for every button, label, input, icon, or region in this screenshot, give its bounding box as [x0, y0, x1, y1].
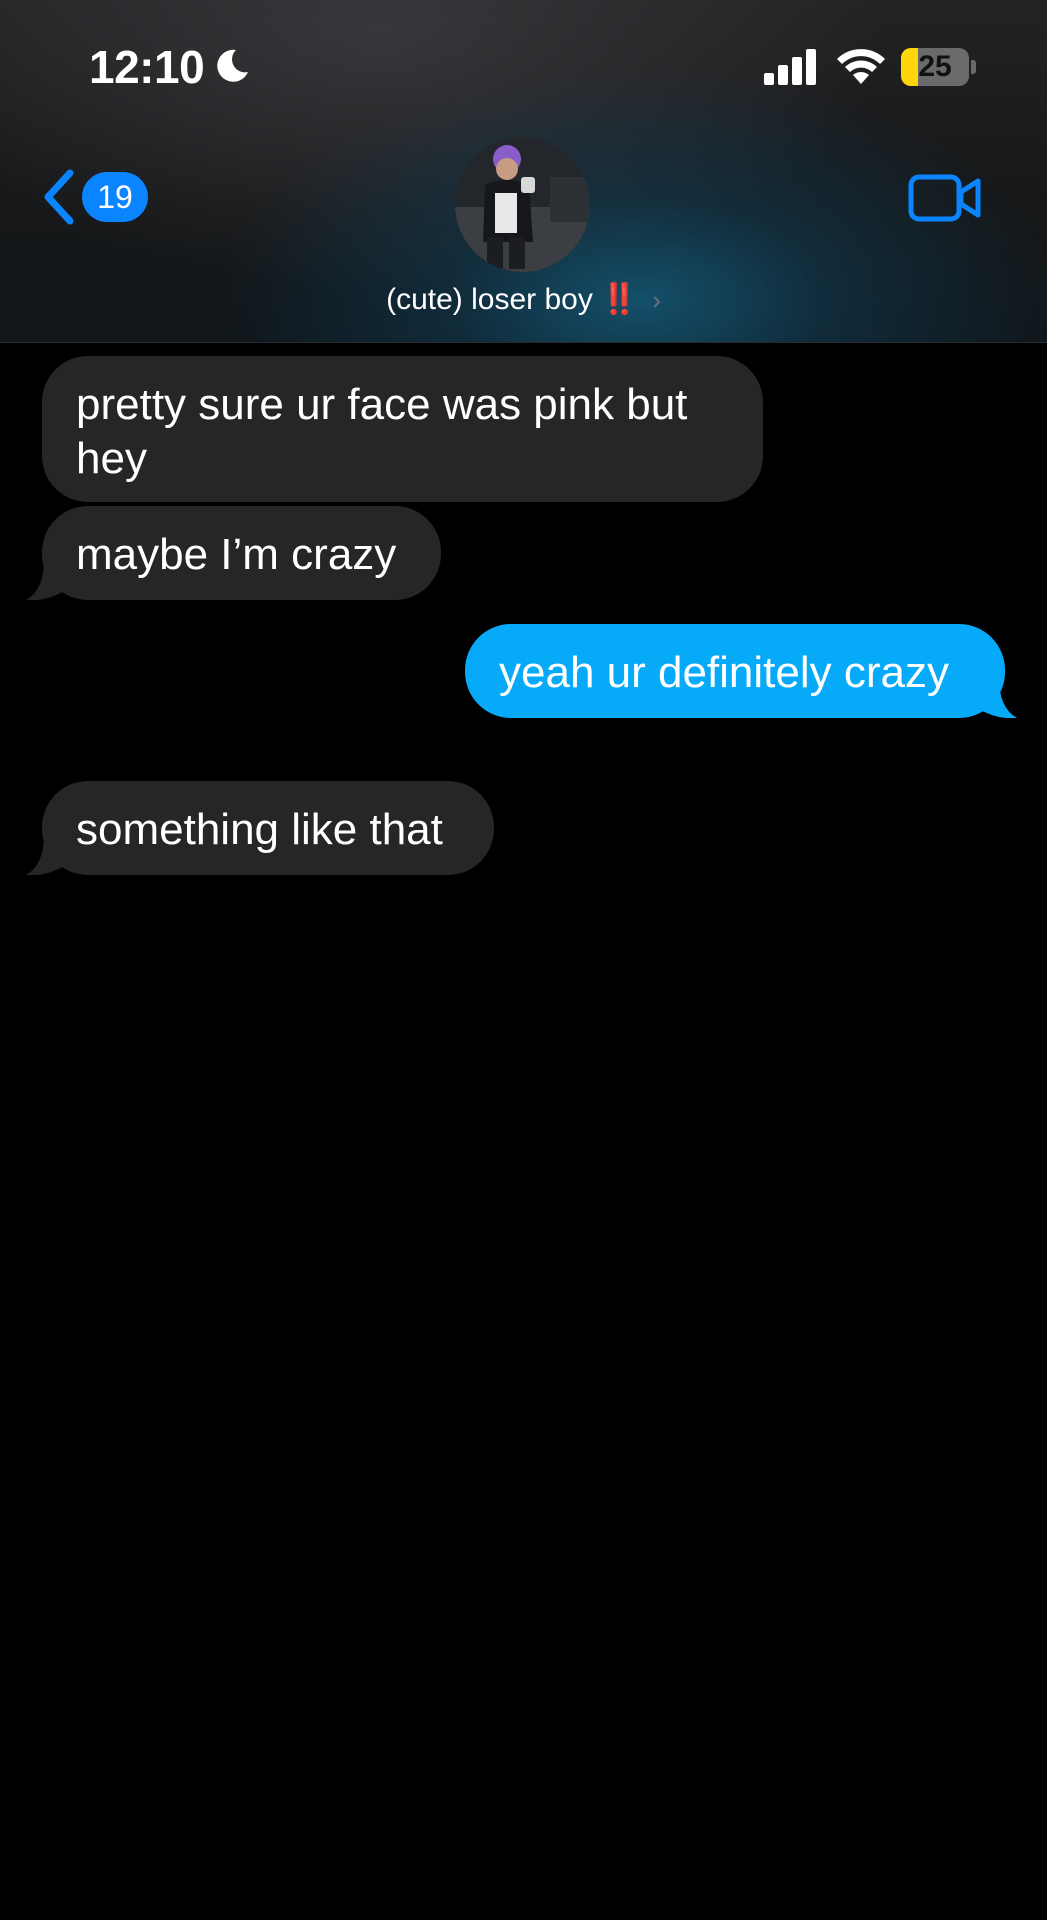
double-exclamation-emoji: ‼️ — [600, 283, 639, 316]
incoming-bubble-tail — [26, 560, 66, 600]
contact-name-label: (cute) loser boy — [386, 283, 593, 316]
status-time: 12:10 — [89, 41, 205, 93]
incoming-message-bubble[interactable]: something like that — [42, 781, 494, 875]
incoming-message-bubble[interactable]: pretty sure ur face was pink but hey — [42, 356, 763, 502]
message-text: something like that — [76, 805, 443, 854]
outgoing-bubble-tail — [977, 678, 1017, 718]
back-button[interactable]: 19 — [40, 164, 148, 230]
battery-icon: 25 — [901, 48, 977, 86]
message-text: maybe I’m crazy — [76, 530, 397, 579]
chevron-left-icon — [44, 169, 74, 225]
moon-icon — [217, 49, 248, 82]
contact-avatar[interactable] — [455, 137, 590, 272]
cellular-signal-icon — [764, 49, 816, 85]
contact-name[interactable]: (cute) loser boy ‼️ › — [0, 282, 1047, 317]
battery-percentage: 25 — [918, 50, 952, 83]
wifi-icon — [837, 49, 885, 84]
chevron-right-icon: › — [652, 285, 661, 315]
unread-count-badge: 19 — [82, 172, 148, 222]
incoming-bubble-tail — [26, 835, 66, 875]
video-camera-icon[interactable] — [908, 173, 982, 223]
incoming-message-bubble[interactable]: maybe I’m crazy — [42, 506, 441, 600]
message-text: yeah ur definitely crazy — [499, 648, 949, 697]
conversation-header: 12:10 25 19 (cute) loser boy ‼️ › — [0, 0, 1047, 343]
avatar-photo — [455, 137, 590, 272]
outgoing-message-bubble[interactable]: yeah ur definitely crazy — [465, 624, 1005, 718]
message-text: pretty sure ur face was pink but hey — [76, 380, 688, 483]
